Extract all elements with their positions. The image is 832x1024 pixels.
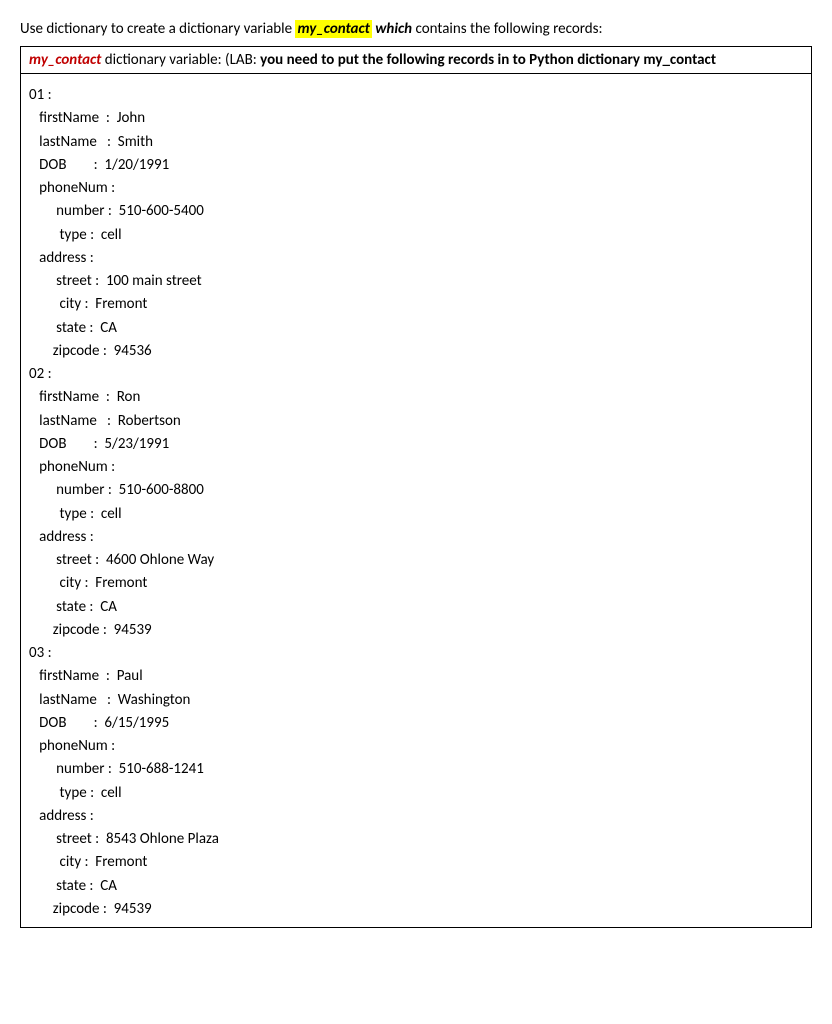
record-line: DOB : 1/20/1991 — [29, 154, 803, 177]
record-line: firstName : Ron — [29, 386, 803, 409]
record-line: number : 510-600-5400 — [29, 200, 803, 223]
record-line: zipcode : 94539 — [29, 619, 803, 642]
record-line: street : 4600 Ohlone Way — [29, 549, 803, 572]
record-line: firstName : Paul — [29, 665, 803, 688]
record-line: zipcode : 94539 — [29, 898, 803, 921]
record-line: number : 510-688-1241 — [29, 758, 803, 781]
record-line: phoneNum : — [29, 177, 803, 200]
record-line: type : cell — [29, 503, 803, 526]
record-line: city : Fremont — [29, 293, 803, 316]
record-line: state : CA — [29, 317, 803, 340]
record-line: 01 : — [29, 84, 803, 107]
record-line: address : — [29, 247, 803, 270]
record-line: firstName : John — [29, 107, 803, 130]
record-line: 03 : — [29, 642, 803, 665]
record-line: phoneNum : — [29, 456, 803, 479]
intro-var-name: my_contact — [295, 20, 371, 38]
record-line: city : Fremont — [29, 572, 803, 595]
record-line: phoneNum : — [29, 735, 803, 758]
record-line: street : 8543 Ohlone Plaza — [29, 828, 803, 851]
record-line: address : — [29, 526, 803, 549]
header-bold: you need to put the following records in… — [260, 51, 716, 69]
record-line: lastName : Washington — [29, 689, 803, 712]
record-line: DOB : 5/23/1991 — [29, 433, 803, 456]
intro-middle: which — [372, 20, 412, 38]
header-box: my_contact dictionary variable: (LAB: yo… — [21, 47, 811, 74]
record-line: type : cell — [29, 224, 803, 247]
intro-text: Use dictionary to create a dictionary va… — [20, 20, 812, 38]
body-box: 01 : firstName : John lastName : Smith D… — [21, 74, 811, 927]
record-line: lastName : Robertson — [29, 410, 803, 433]
record-line: DOB : 6/15/1995 — [29, 712, 803, 735]
header-after-var: dictionary variable: (LAB: — [101, 51, 260, 69]
record-line: state : CA — [29, 875, 803, 898]
intro-suffix: contains the following records: — [412, 20, 602, 38]
intro-prefix: Use dictionary to create a dictionary va… — [20, 20, 295, 38]
record-line: zipcode : 94536 — [29, 340, 803, 363]
header-var-name: my_contact — [29, 51, 101, 69]
record-line: street : 100 main street — [29, 270, 803, 293]
outer-box: my_contact dictionary variable: (LAB: yo… — [20, 46, 812, 928]
record-line: 02 : — [29, 363, 803, 386]
record-line: city : Fremont — [29, 851, 803, 874]
record-line: type : cell — [29, 782, 803, 805]
record-line: number : 510-600-8800 — [29, 479, 803, 502]
record-line: address : — [29, 805, 803, 828]
record-line: lastName : Smith — [29, 131, 803, 154]
record-line: state : CA — [29, 596, 803, 619]
